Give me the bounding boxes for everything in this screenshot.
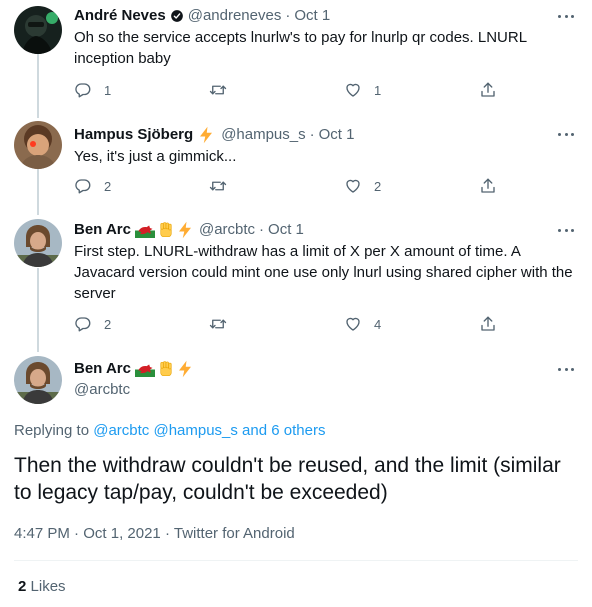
- heart-icon: [344, 177, 362, 195]
- raised-fist-emoji: [157, 360, 175, 378]
- like-button[interactable]: 1: [344, 81, 479, 99]
- avatar[interactable]: [14, 6, 62, 54]
- reply-count: 2: [104, 178, 112, 194]
- reply-button[interactable]: 1: [74, 81, 209, 99]
- reply-icon: [74, 177, 92, 195]
- tweet-text: Yes, it's just a gimmick...: [74, 148, 237, 165]
- more-options-icon[interactable]: [556, 220, 576, 240]
- author-handle[interactable]: @arcbtc: [199, 220, 255, 240]
- author-name[interactable]: Ben Arc: [74, 359, 131, 379]
- tweet-metadata: 4:47 PM · Oct 1, 2021 · Twitter for Andr…: [14, 525, 295, 542]
- raised-fist-emoji: [157, 221, 175, 239]
- lightning-emoji: [197, 126, 215, 144]
- author-name[interactable]: Hampus Sjöberg: [74, 125, 193, 145]
- avatar-ben-image: [14, 356, 62, 404]
- author-handle[interactable]: @andreneves: [188, 6, 282, 26]
- thread-connector-line: [37, 169, 39, 215]
- separator-dot: ·: [309, 126, 315, 143]
- tweet-date[interactable]: Oct 1: [319, 125, 355, 145]
- replying-to-users-link[interactable]: @arcbtc @hampus_s and 6 others: [93, 422, 325, 439]
- avatar[interactable]: [14, 121, 62, 169]
- share-button[interactable]: [479, 81, 497, 99]
- avatar-ben-image: [14, 219, 62, 267]
- focused-tweet: Ben Arc @arcbtc: [0, 350, 592, 410]
- like-button[interactable]: 4: [344, 315, 479, 333]
- avatar-andre-image: [14, 6, 62, 54]
- more-options-icon[interactable]: [556, 124, 576, 144]
- focused-tweet-text: Then the withdraw couldn't be reused, an…: [14, 454, 561, 504]
- heart-icon: [344, 315, 362, 333]
- retweet-icon: [209, 315, 227, 333]
- tweet-hampus-sjoberg[interactable]: Hampus Sjöberg @hampus_s · Oct 1 Yes, it…: [0, 115, 592, 215]
- share-icon: [479, 81, 497, 99]
- reply-count: 2: [104, 316, 112, 332]
- more-options-icon[interactable]: [556, 359, 576, 379]
- lightning-emoji: [176, 221, 194, 239]
- reply-count: 1: [104, 82, 112, 98]
- likes-count: 2: [18, 578, 27, 595]
- retweet-button[interactable]: [209, 315, 344, 333]
- retweet-button[interactable]: [209, 81, 344, 99]
- retweet-button[interactable]: [209, 177, 344, 195]
- divider: [14, 560, 578, 561]
- replying-to-label: Replying to: [14, 422, 90, 439]
- author-name[interactable]: André Neves: [74, 6, 166, 26]
- verified-badge-icon: [170, 9, 184, 23]
- tweet-ben-arc[interactable]: Ben Arc @arcbtc · Oct 1 First step. LNUR…: [0, 210, 592, 352]
- like-count: 1: [374, 82, 382, 98]
- retweet-icon: [209, 81, 227, 99]
- separator-dot: ·: [259, 221, 265, 238]
- avatar[interactable]: [14, 219, 62, 267]
- tweet-date[interactable]: Oct 1: [268, 220, 304, 240]
- tweet-actions: 2 2: [74, 176, 504, 196]
- tweet-text: First step. LNURL-withdraw has a limit o…: [74, 243, 573, 302]
- tweet-text: Oh so the service accepts lnurlw's to pa…: [74, 29, 527, 67]
- separator-dot: ·: [164, 525, 170, 542]
- tweet-full-date[interactable]: Oct 1, 2021: [83, 525, 161, 542]
- wales-flag-emoji: [135, 362, 155, 377]
- separator-dot: ·: [285, 7, 291, 24]
- author-handle[interactable]: @arcbtc: [74, 380, 130, 400]
- reply-button[interactable]: 2: [74, 315, 209, 333]
- share-button[interactable]: [479, 315, 497, 333]
- more-options-icon[interactable]: [556, 6, 576, 26]
- wales-flag-emoji: [135, 223, 155, 238]
- separator-dot: ·: [74, 525, 80, 542]
- avatar-hampus-image: [14, 121, 62, 169]
- share-icon: [479, 315, 497, 333]
- tweet-date[interactable]: Oct 1: [294, 6, 330, 26]
- avatar[interactable]: [14, 356, 62, 404]
- tweet-andre-neves[interactable]: André Neves @andreneves · Oct 1 Oh so th…: [0, 0, 592, 118]
- tweet-source[interactable]: Twitter for Android: [174, 525, 295, 542]
- share-icon: [479, 177, 497, 195]
- tweet-actions: 2 4: [74, 314, 504, 334]
- like-count: 2: [374, 178, 382, 194]
- thread-connector-line: [37, 268, 39, 352]
- tweet-actions: 1 1: [74, 80, 504, 100]
- reply-icon: [74, 315, 92, 333]
- likes-label: Likes: [30, 578, 66, 595]
- heart-icon: [344, 81, 362, 99]
- author-handle[interactable]: @hampus_s: [221, 125, 305, 145]
- share-button[interactable]: [479, 177, 497, 195]
- like-count: 4: [374, 316, 382, 332]
- thread-connector-line: [37, 54, 39, 118]
- like-button[interactable]: 2: [344, 177, 479, 195]
- reply-button[interactable]: 2: [74, 177, 209, 195]
- likes-summary-link[interactable]: 2 Likes: [18, 578, 66, 595]
- retweet-icon: [209, 177, 227, 195]
- author-name[interactable]: Ben Arc: [74, 220, 131, 240]
- lightning-emoji: [176, 360, 194, 378]
- tweet-time[interactable]: 4:47 PM: [14, 525, 70, 542]
- replying-to: Replying to @arcbtc @hampus_s and 6 othe…: [14, 422, 325, 439]
- reply-icon: [74, 81, 92, 99]
